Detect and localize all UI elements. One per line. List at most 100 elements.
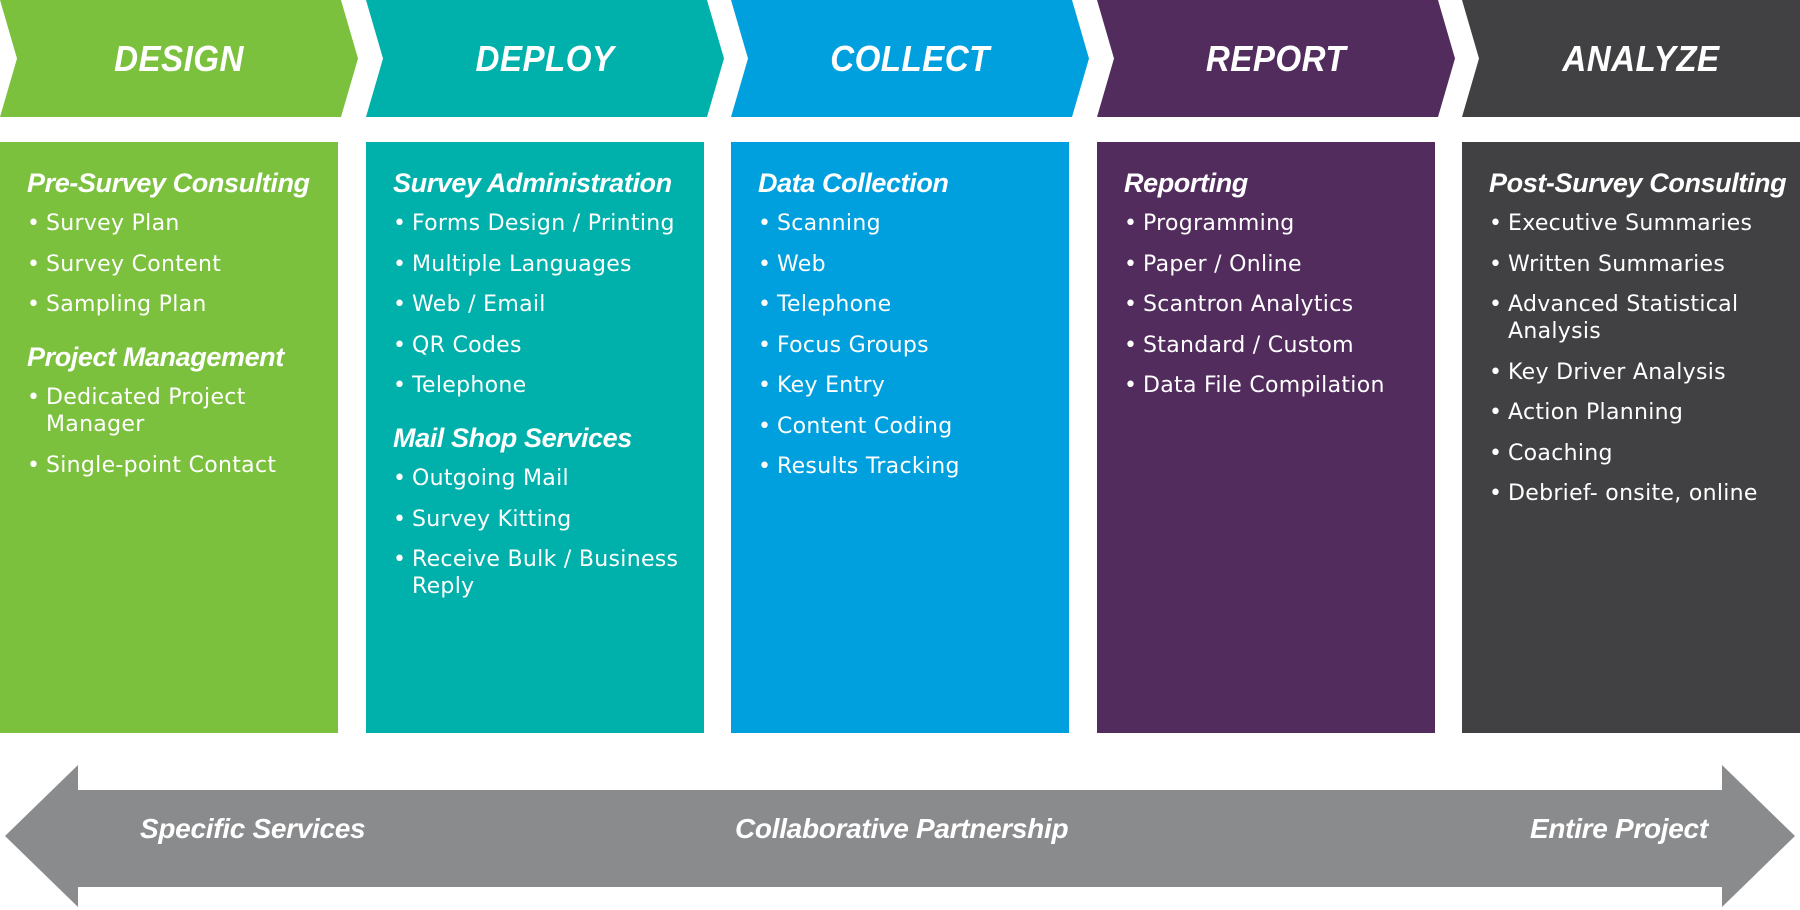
bullet-icon: • (1489, 440, 1503, 466)
service-list-item: • Debrief- onsite, online (1489, 480, 1800, 507)
bullet-icon: • (758, 211, 772, 236)
service-list-item: • Telephone (758, 291, 1069, 318)
service-list: • Programming • Paper / Online • Scantron Ana… (1124, 210, 1435, 399)
bullet-icon: • (1489, 481, 1503, 506)
service-label: Executive Summaries (1508, 211, 1753, 236)
bullet-icon: • (393, 373, 407, 398)
bullet-icon: • (393, 251, 407, 277)
service-label: Web / Email (412, 292, 546, 317)
service-list: • Dedicated Project Manager • Single-point … (27, 384, 338, 479)
service-label: Data File Compilation (1143, 373, 1385, 398)
arrow-label-specific-services: Specific Services (140, 813, 366, 844)
bullet-icon: • (758, 292, 772, 317)
service-label: Outgoing Mail (412, 466, 569, 491)
service-list-item: • Paper / Online (1124, 251, 1435, 278)
service-list-item: • Programming (1124, 210, 1435, 237)
service-list-item: • Dedicated Project Manager (27, 384, 338, 438)
stage-title: DESIGN (114, 37, 244, 79)
service-list-item: • Telephone (393, 372, 704, 399)
bullet-icon: • (1124, 373, 1138, 398)
bullet-icon: • (393, 547, 407, 572)
service-list-item: • Forms Design / Printing (393, 210, 704, 237)
service-list-item: • QR Codes (393, 332, 704, 359)
stage-title: REPORT (1205, 37, 1347, 79)
bullet-icon: • (393, 292, 407, 317)
service-list-item: • Survey Content (27, 251, 338, 278)
bullet-icon: • (27, 292, 41, 317)
section-heading: Data Collection (758, 168, 949, 198)
service-label: Action Planning (1508, 400, 1684, 425)
service-list-item: • Web / Email (393, 291, 704, 318)
service-list-item: • Web (758, 251, 1069, 278)
stage-box-design: Pre-Survey Consulting • Survey Plan • Survey… (0, 142, 338, 733)
service-label: Results Tracking (777, 454, 960, 479)
service-label: Programming (1143, 211, 1295, 236)
service-list-item: • Scanning (758, 210, 1069, 237)
bullet-icon: • (758, 251, 772, 277)
service-list-item: • Action Planning (1489, 399, 1800, 426)
bullet-icon: • (758, 413, 772, 439)
stage-title: ANALYZE (1562, 37, 1720, 79)
stage-title: COLLECT (830, 37, 990, 79)
service-label: Forms Design / Printing (412, 211, 675, 236)
section-heading: Pre-Survey Consulting (27, 168, 310, 198)
service-label: Survey Plan (46, 211, 180, 236)
service-list-item: • Content Coding (758, 413, 1069, 440)
stage-title: DEPLOY (475, 37, 615, 79)
service-label: QR Codes (412, 332, 522, 358)
bullet-icon: • (1489, 400, 1503, 425)
service-list-item: • Coaching (1489, 440, 1800, 467)
stage-box-analyze: Post-Survey Consulting • Executive Summari… (1462, 142, 1800, 733)
service-label: Key Entry (777, 373, 886, 398)
service-label: Debrief- onsite, online (1508, 481, 1758, 506)
service-list-item: • Single-point Contact (27, 452, 338, 479)
service-label: Paper / Online (1143, 251, 1302, 277)
service-label: Scanning (777, 211, 881, 236)
bullet-icon: • (758, 332, 772, 358)
service-list-item: • Key Driver Analysis (1489, 359, 1800, 386)
stage-chevron-design: DESIGN (0, 0, 358, 117)
arrow-label-collaborative-partnership: Collaborative Partnership (735, 813, 1069, 844)
service-list-item: • Survey Kitting (393, 506, 704, 533)
stage-chevron-analyze: ANALYZE (1462, 0, 1800, 117)
bullet-icon: • (1489, 359, 1503, 385)
service-list: • Outgoing Mail • Survey Kitting • Receive Bu… (393, 465, 704, 600)
service-list: • Scanning • Web • Telephone • Focus Groups • Key… (758, 210, 1069, 480)
bullet-icon: • (1124, 332, 1138, 358)
bullet-icon: • (1124, 211, 1138, 236)
section-heading: Survey Administration (393, 168, 672, 198)
section-heading: Post-Survey Consulting (1489, 168, 1787, 198)
service-list: • Survey Plan • Survey Content • Sampling Pla… (27, 210, 338, 318)
stage-chevron-collect: COLLECT (731, 0, 1089, 117)
bullet-icon: • (393, 506, 407, 532)
service-list-item: • Scantron Analytics (1124, 291, 1435, 318)
bullet-icon: • (27, 452, 41, 478)
stage-box-report: Reporting • Programming • Paper / Online • Sca… (1097, 142, 1435, 733)
service-label: Key Driver Analysis (1508, 359, 1726, 385)
bullet-icon: • (393, 466, 407, 491)
service-list-item: • Data File Compilation (1124, 372, 1435, 399)
bullet-icon: • (1489, 251, 1503, 277)
service-list-item: • Sampling Plan (27, 291, 338, 318)
section-heading: Mail Shop Services (393, 423, 632, 453)
service-list: • Executive Summaries • Written Summaries • A… (1489, 210, 1800, 507)
section-heading: Reporting (1124, 168, 1248, 198)
service-list-item: • Focus Groups (758, 332, 1069, 359)
service-list-item: • Written Summaries (1489, 251, 1800, 278)
service-list-item: • Multiple Languages (393, 251, 704, 278)
bullet-icon: • (393, 332, 407, 358)
service-list-item: • Standard / Custom (1124, 332, 1435, 359)
service-label: Survey Kitting (412, 506, 572, 532)
service-label: Dedicated Project Manager (46, 385, 246, 437)
bullet-icon: • (758, 454, 772, 479)
bullet-icon: • (27, 251, 41, 277)
service-label: Coaching (1508, 440, 1613, 466)
service-label: Scantron Analytics (1143, 292, 1354, 317)
stage-box-collect: Data Collection • Scanning • Web • Telephone • F… (731, 142, 1069, 733)
service-label: Telephone (412, 373, 527, 398)
bullet-icon: • (1489, 211, 1503, 236)
service-list-item: • Receive Bulk / Business Reply (393, 546, 704, 600)
service-label: Standard / Custom (1143, 332, 1354, 358)
service-label: Survey Content (46, 251, 222, 277)
service-label: Web (777, 251, 826, 277)
